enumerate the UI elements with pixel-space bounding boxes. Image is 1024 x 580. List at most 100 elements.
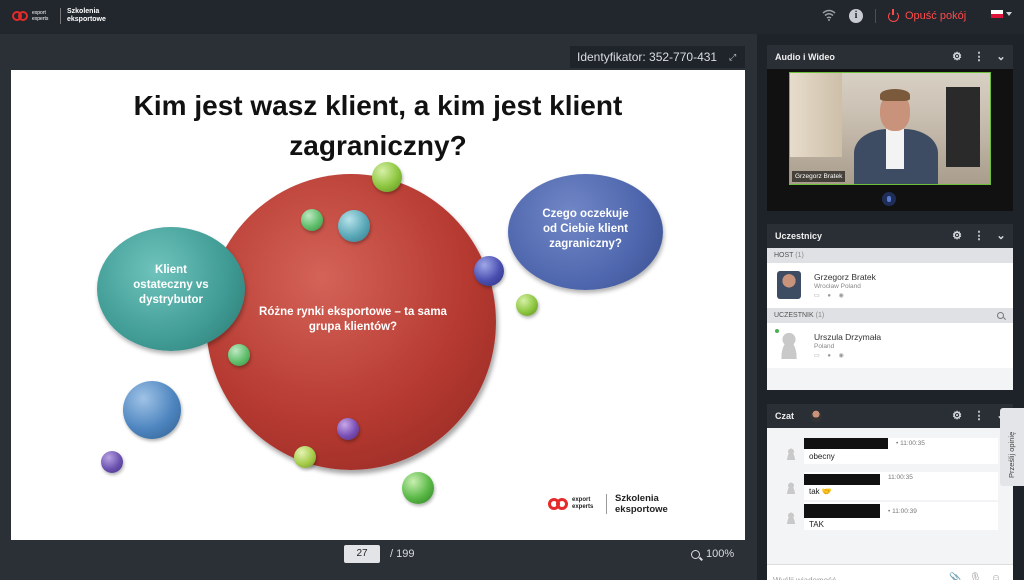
participant-name: Urszula Drzymała	[814, 332, 882, 342]
chevron-down-icon[interactable]	[1006, 12, 1012, 16]
blue-circle-text: Czego oczekuje od Ciebie klient zagranic…	[542, 208, 629, 250]
green-bubble	[372, 162, 402, 192]
app-logo: export experts Szkolenia eksportowe	[12, 8, 111, 24]
more-vertical-icon[interactable]: ⋮	[973, 51, 985, 63]
panel-header: Czat ⚙ ⋮ ⌄	[767, 404, 1013, 428]
leave-room-button[interactable]: Opuść pokój	[888, 7, 966, 25]
purple-bubble	[337, 418, 359, 440]
host-section-header: HOST (1)	[767, 248, 1013, 263]
logo-mark-icon	[12, 11, 28, 21]
logo-small-text: export experts	[32, 10, 49, 22]
message-time: 11:00:35	[888, 474, 913, 481]
logo-mark-icon	[548, 498, 568, 510]
slide-logo-small: export experts	[572, 497, 594, 510]
host-video[interactable]: Grzegorz Bratek	[789, 72, 991, 185]
participant-location: Wrocław Poland	[814, 283, 861, 290]
host-label: HOST	[774, 252, 794, 259]
participant-row[interactable]: Grzegorz Bratek Wrocław Poland ▭ ● ◉	[767, 263, 1013, 308]
message-text: obecny	[809, 452, 835, 461]
participant-count: (1)	[815, 312, 825, 319]
participants-panel: Uczestnicy ⚙ ⋮ ⌄ HOST (1) Grzegorz Brate…	[767, 224, 1013, 390]
more-vertical-icon[interactable]: ⋮	[973, 410, 985, 422]
chat-message: 11:00:35 tak 🤝	[779, 472, 999, 502]
chat-panel: Czat ⚙ ⋮ ⌄ • 11:00:35 obecny 11:00:35 ta…	[767, 404, 1013, 580]
device-icons: ▭ ● ◉	[814, 293, 847, 299]
avatar	[777, 331, 801, 359]
video-name-label: Grzegorz Bratek	[792, 171, 846, 182]
chat-input-bar: 📎 🎙 ☺	[767, 564, 1013, 580]
avatar	[785, 512, 797, 524]
green-bubble	[294, 446, 316, 468]
message-time: • 11:00:39	[888, 508, 917, 515]
panel-title: Czat	[775, 411, 795, 421]
teal-bubble	[338, 210, 370, 242]
gear-icon[interactable]: ⚙	[951, 410, 963, 422]
chat-messages: • 11:00:35 obecny 11:00:35 tak 🤝 • 11:00…	[767, 428, 1013, 580]
message-time: • 11:00:35	[896, 440, 925, 447]
green-bubble	[516, 294, 538, 316]
info-icon[interactable]: i	[849, 9, 863, 23]
purple-bubble	[101, 451, 123, 473]
page-number-input[interactable]: 27	[344, 545, 380, 563]
blue-bubble	[123, 381, 181, 439]
logo-divider	[60, 8, 61, 24]
gear-icon[interactable]: ⚙	[951, 51, 963, 63]
green-bubble	[228, 344, 250, 366]
panel-header: Audio i Wideo ⚙ ⋮ ⌄	[767, 45, 1013, 69]
video-background	[790, 73, 842, 157]
presentation-slide: Kim jest wasz klient, a kim jest klient …	[11, 70, 745, 540]
logo-text: Szkolenia eksportowe	[67, 8, 106, 23]
fullscreen-icon[interactable]: ⤢	[729, 52, 739, 62]
participant-name: Grzegorz Bratek	[814, 272, 876, 282]
teal-circle-text: Klient ostateczny vs dystrybutor	[133, 264, 209, 306]
panel-title: Audio i Wideo	[775, 52, 835, 62]
gear-icon[interactable]: ⚙	[951, 230, 963, 242]
chevron-down-icon[interactable]: ⌄	[995, 51, 1007, 63]
language-flag-icon[interactable]	[991, 10, 1003, 18]
audio-video-panel: Audio i Wideo ⚙ ⋮ ⌄ Grzegorz Bratek	[767, 45, 1013, 211]
presentation-area: Identyfikator: 352-770-431 ⤢ Kim jest wa…	[0, 34, 757, 580]
chat-message: • 11:00:39 TAK	[779, 502, 999, 532]
chat-bubble: • 11:00:35 obecny	[804, 438, 998, 464]
top-bar: export experts Szkolenia eksportowe i Op…	[0, 0, 1024, 34]
chat-message: • 11:00:35 obecny	[779, 438, 999, 468]
search-icon[interactable]	[997, 312, 1004, 319]
slide-navigation: 27 / 199 100%	[0, 545, 757, 567]
participant-label: UCZESTNIK	[774, 312, 814, 319]
avatar	[785, 448, 797, 460]
participants-list: HOST (1) Grzegorz Bratek Wrocław Poland …	[767, 248, 1013, 390]
red-circle-text: Różne rynki eksportowe – ta sama grupa k…	[259, 306, 447, 333]
redacted-sender	[804, 438, 888, 449]
zoom-control[interactable]: 100%	[691, 548, 734, 560]
attachment-icon[interactable]: 📎	[949, 573, 961, 580]
host-count: (1)	[795, 252, 804, 259]
redacted-sender	[804, 474, 880, 485]
avatar	[785, 482, 797, 494]
participant-section-header: UCZESTNIK (1)	[767, 308, 1013, 323]
participant-row[interactable]: Urszula Drzymała Poland ▭ ● ◉	[767, 323, 1013, 368]
device-icons: ▭ ● ◉	[814, 353, 847, 359]
emoji-icon[interactable]: ☺	[990, 573, 1002, 580]
feedback-tab[interactable]: Prześlij opinię	[1000, 408, 1024, 486]
microphone-icon[interactable]	[882, 192, 896, 206]
green-bubble	[402, 472, 434, 504]
video-person	[886, 129, 904, 169]
video-area: Grzegorz Bratek	[767, 69, 1013, 211]
more-vertical-icon[interactable]: ⋮	[973, 230, 985, 242]
meeting-id-bar: Identyfikator: 352-770-431 ⤢	[570, 46, 745, 68]
wifi-icon[interactable]	[822, 9, 836, 23]
panel-header: Uczestnicy ⚙ ⋮ ⌄	[767, 224, 1013, 248]
avatar	[777, 271, 801, 299]
chat-message-input[interactable]	[773, 573, 933, 580]
participant-location: Poland	[814, 343, 835, 350]
message-text: tak 🤝	[809, 487, 832, 496]
redacted-sender	[804, 504, 880, 518]
leave-room-label: Opuść pokój	[905, 10, 967, 22]
slide-logo: export experts Szkolenia eksportowe	[548, 493, 677, 515]
message-text: TAK	[809, 520, 824, 529]
topbar-divider	[875, 9, 876, 23]
chat-bubble: • 11:00:39 TAK	[804, 502, 998, 530]
microphone-icon[interactable]: 🎙	[969, 573, 982, 580]
chevron-down-icon[interactable]: ⌄	[995, 230, 1007, 242]
avatar	[810, 410, 823, 422]
